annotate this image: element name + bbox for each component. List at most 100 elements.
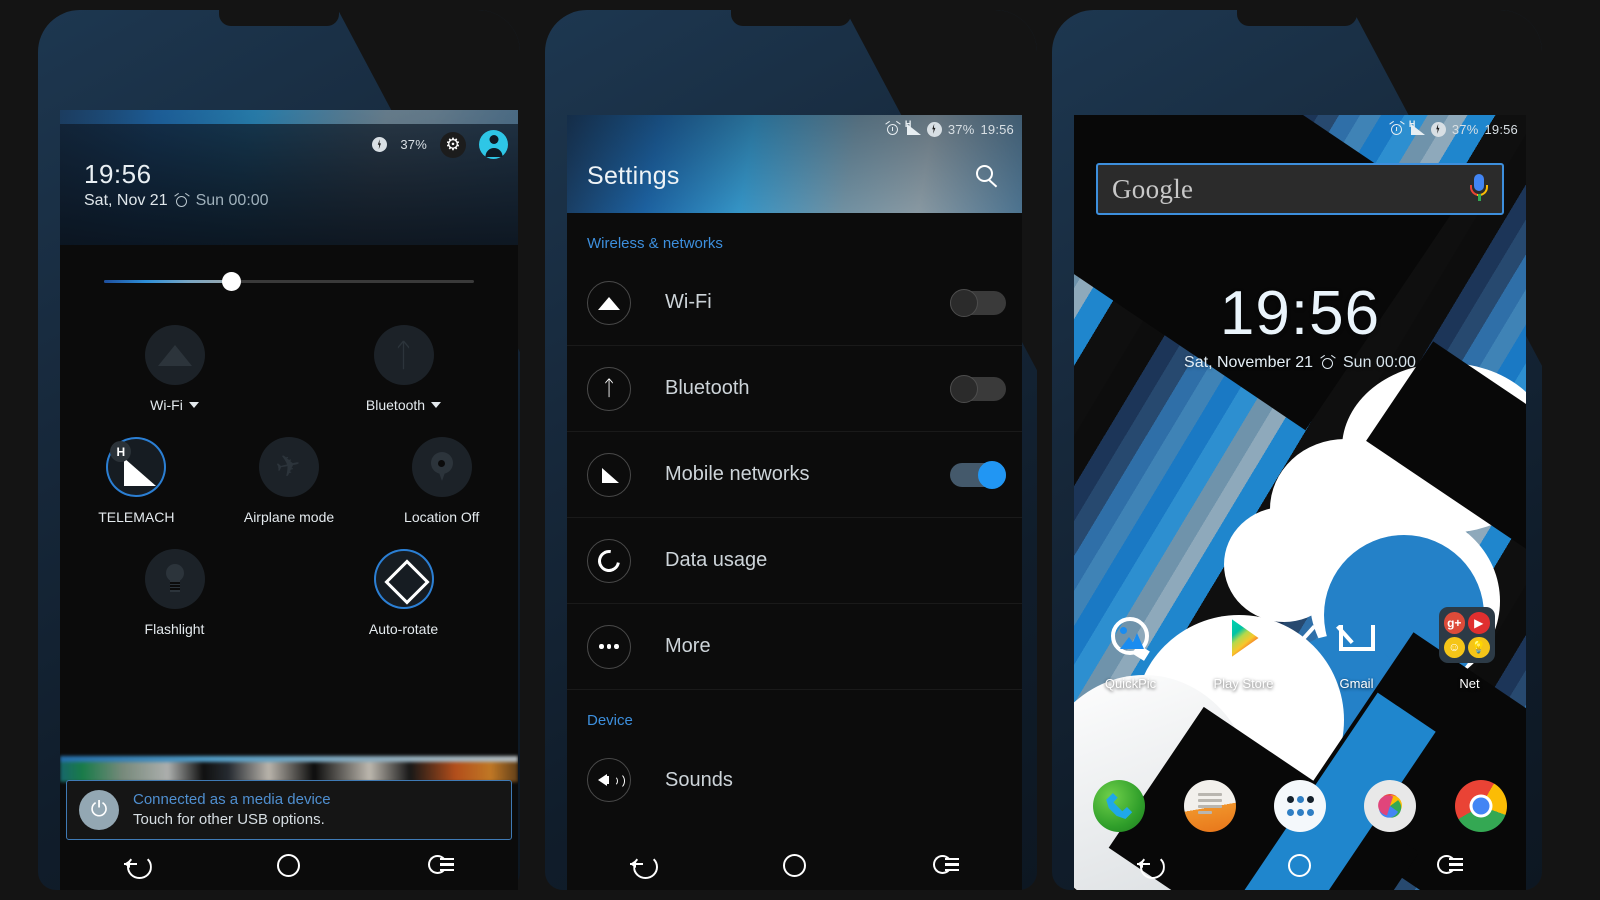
- tile-telemach[interactable]: H TELEMACH: [60, 427, 213, 525]
- recents-icon[interactable]: [932, 854, 959, 876]
- home-date-label: Sat, November 21: [1184, 354, 1313, 371]
- settings-row-more[interactable]: More: [567, 604, 1022, 690]
- bluetooth-toggle[interactable]: [950, 374, 1006, 403]
- mobile-networks-toggle[interactable]: [950, 460, 1006, 489]
- usb-notification[interactable]: ⏻ Connected as a media device Touch for …: [66, 780, 512, 840]
- status-time-label: 19:56: [1484, 121, 1518, 137]
- folder-net[interactable]: g+ ▶ ☺ 💡 Net: [1413, 607, 1526, 691]
- settings-row-label: Mobile networks: [665, 463, 810, 485]
- network-type-badge: H: [904, 119, 912, 129]
- settings-row-wifi[interactable]: Wi-Fi: [567, 260, 1022, 346]
- gmail-icon: [1297, 607, 1388, 669]
- idea-mini-icon: 💡: [1468, 636, 1490, 658]
- tile-bluetooth[interactable]: ᛏ Bluetooth: [289, 315, 518, 413]
- tile-icon-bg: H: [106, 437, 167, 497]
- back-icon[interactable]: [1136, 853, 1165, 879]
- sound-icon: [587, 758, 631, 802]
- tile-location[interactable]: Location Off: [365, 427, 518, 525]
- tile-icon-bg: [411, 437, 472, 497]
- battery-charging-icon: [926, 121, 942, 137]
- recents-icon[interactable]: [428, 854, 455, 876]
- usb-notification-title: Connected as a media device: [133, 790, 331, 808]
- tile-wifi[interactable]: Wi-Fi: [60, 315, 289, 413]
- user-avatar-icon[interactable]: [479, 130, 508, 159]
- chrome-icon: [1454, 780, 1507, 832]
- tile-label-wrap: Airplane mode: [244, 509, 334, 525]
- quick-settings-body: Wi-Fi ᛏ Bluetooth H TELEMACH ✈ Airplane …: [60, 245, 518, 890]
- dock-row: [1074, 780, 1526, 832]
- status-bar: H 37% 19:56: [1074, 115, 1526, 143]
- quick-settings-clock: 19:56 Sat, Nov 21 Sun 00:00: [84, 160, 269, 210]
- tile-airplane-mode[interactable]: ✈ Airplane mode: [213, 427, 366, 525]
- dock-phone[interactable]: [1074, 780, 1164, 832]
- usb-notification-subtitle: Touch for other USB options.: [133, 810, 325, 828]
- google-search-widget[interactable]: Google: [1096, 163, 1504, 215]
- brightness-slider[interactable]: [104, 272, 474, 291]
- wifi-icon: [157, 344, 192, 366]
- tile-row-2: H TELEMACH ✈ Airplane mode Location Off: [60, 427, 518, 525]
- dock-news[interactable]: [1164, 780, 1254, 832]
- chevron-down-icon[interactable]: [188, 402, 199, 408]
- battery-charging-icon: [372, 137, 388, 152]
- tile-icon-bg: [144, 549, 205, 609]
- battery-percent-label: 37%: [400, 137, 427, 152]
- back-icon[interactable]: [630, 853, 659, 879]
- settings-row-sounds[interactable]: Sounds: [567, 737, 1022, 823]
- gear-icon[interactable]: ⚙: [440, 131, 466, 158]
- phone-settings: H 37% 19:56 Settings Wireless & networks…: [545, 10, 1037, 890]
- home-icon[interactable]: [782, 853, 806, 877]
- app-label: Net: [1459, 676, 1480, 691]
- tile-label: TELEMACH: [98, 509, 175, 525]
- tile-label-wrap: Flashlight: [145, 621, 205, 637]
- navigation-bar: [567, 840, 1022, 890]
- signal-icon: H: [904, 119, 921, 135]
- tile-flashlight[interactable]: Flashlight: [60, 539, 289, 637]
- flashlight-icon: [164, 564, 186, 594]
- snapchat-mini-icon: ☺: [1443, 636, 1465, 658]
- section-header-device: Device: [587, 712, 633, 729]
- section-header-wireless: Wireless & networks: [587, 235, 723, 252]
- app-play-store[interactable]: Play Store: [1187, 607, 1300, 691]
- alarm-icon: [1389, 120, 1405, 136]
- wifi-toggle[interactable]: [950, 288, 1006, 317]
- settings-row-label: Sounds: [665, 768, 733, 791]
- status-bar: H 37% 19:56: [567, 115, 1022, 143]
- slider-knob[interactable]: [222, 272, 242, 291]
- settings-row-data-usage[interactable]: Data usage: [567, 518, 1022, 604]
- microphone-icon[interactable]: [1470, 174, 1488, 204]
- phone-home-screen: H 37% 19:56 Google 19:56 Sat, November 2…: [1052, 10, 1542, 890]
- quick-settings-tiles: Wi-Fi ᛏ Bluetooth H TELEMACH ✈ Airplane …: [60, 315, 518, 637]
- dock-photos[interactable]: [1345, 780, 1435, 832]
- tile-label: Location Off: [404, 509, 480, 525]
- recents-icon[interactable]: [1437, 854, 1464, 876]
- dock-chrome[interactable]: [1436, 780, 1526, 832]
- home-icon[interactable]: [277, 853, 301, 877]
- battery-percent-label: 37%: [1451, 121, 1479, 137]
- settings-row-label: Bluetooth: [665, 377, 750, 399]
- search-icon[interactable]: [976, 165, 1000, 189]
- settings-row-bluetooth[interactable]: ᛏ Bluetooth: [567, 346, 1022, 432]
- app-quickpic[interactable]: QuickPic: [1074, 607, 1187, 691]
- qs-date-label: Sat, Nov 21: [84, 191, 168, 209]
- dock-app-drawer[interactable]: [1255, 780, 1345, 832]
- settings-row-label: Data usage: [665, 549, 768, 571]
- quick-settings-top-icons: 37% ⚙: [372, 130, 508, 159]
- battery-percent-label: 37%: [947, 121, 975, 137]
- tile-label-wrap: Wi-Fi: [150, 397, 199, 413]
- back-icon[interactable]: [123, 853, 152, 879]
- home-clock-widget[interactable]: 19:56 Sat, November 21 Sun 00:00: [1074, 283, 1526, 372]
- more-icon: [587, 624, 631, 669]
- usb-notification-text: Connected as a media device Touch for ot…: [133, 791, 331, 829]
- home-icon[interactable]: [1288, 853, 1312, 877]
- home-screen: H 37% 19:56 Google 19:56 Sat, November 2…: [1074, 115, 1526, 890]
- tile-auto-rotate[interactable]: Auto-rotate: [289, 539, 518, 637]
- app-gmail[interactable]: Gmail: [1297, 607, 1413, 691]
- tile-icon-bg: [144, 325, 205, 385]
- quickpic-icon: [1100, 607, 1162, 669]
- settings-row-mobile-networks[interactable]: Mobile networks: [567, 432, 1022, 518]
- airplane-icon: ✈: [273, 447, 305, 486]
- chevron-down-icon[interactable]: [431, 402, 442, 408]
- wallpaper: [1074, 115, 1526, 890]
- google-logo-text: Google: [1112, 173, 1194, 204]
- home-time-label: 19:56: [1219, 279, 1381, 348]
